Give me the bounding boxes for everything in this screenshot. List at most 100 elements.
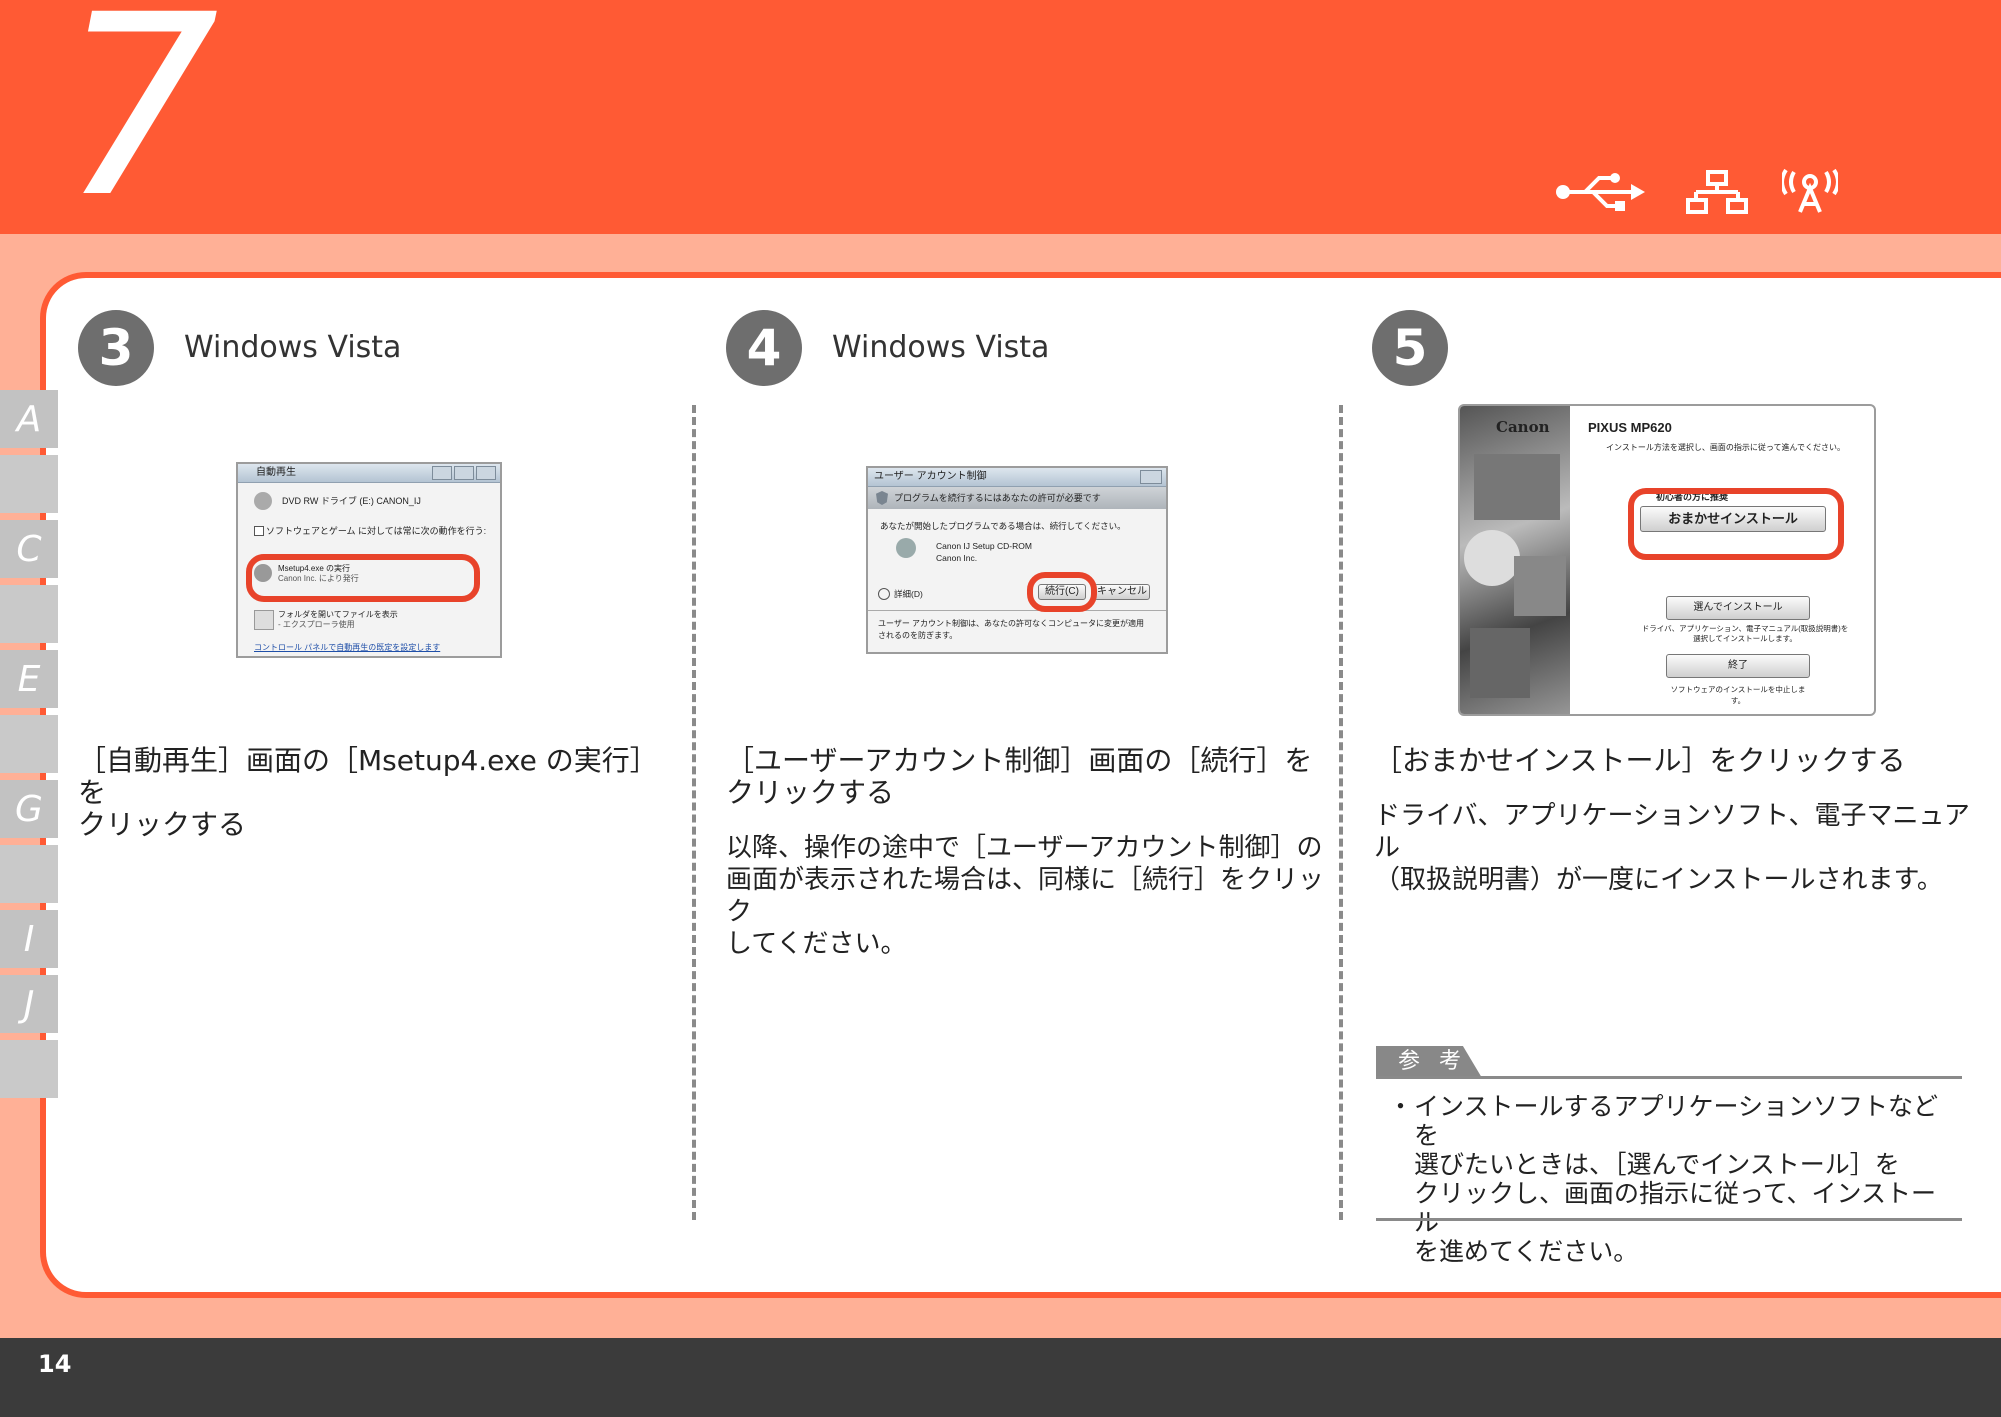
installer-model: PIXUS MP620 [1588,420,1672,435]
index-tab-h[interactable] [0,845,58,903]
custom-install-button[interactable]: 選んでインストール [1666,596,1810,620]
step-4-note-line-3: してください。 [726,929,907,959]
exit-note: ソフトウェアのインストールを中止します。 [1670,685,1806,705]
column-divider [692,405,696,1220]
photo-cat [1470,628,1530,698]
step-5-badge: 5 [1372,310,1448,386]
reference-bullet: ・ [1388,1092,1414,1121]
wireless-icon [1782,168,1838,213]
uac-message: あなたが開始したプログラムである場合は、続行してください。 [880,521,1126,531]
network-icon [1686,170,1748,214]
step-4-caption-line-1: ［ユーザーアカウント制御］画面の［続行］を [726,744,1313,777]
always-checkbox-label: ソフトウェアとゲーム に対しては常に次の動作を行う: [266,526,487,536]
index-tab-c[interactable]: C [0,520,58,578]
index-tab-j[interactable]: J [0,975,58,1033]
uac-footer-line-2: されるのを防ぎます。 [878,631,958,640]
reference-line-1: インストールするアプリケーションソフトなどを [1414,1092,1939,1150]
reference-line-3: クリックし、画面の指示に従って、インストール [1414,1179,1937,1237]
custom-install-note-line-2: 選択してインストールします。 [1693,634,1797,643]
index-tab-b[interactable] [0,455,58,513]
highlight-continue [1027,572,1097,612]
reference-rule-top [1376,1076,1962,1079]
cd-icon [896,538,916,558]
autoplay-settings-link[interactable]: コントロール パネルで自動再生の既定を設定します [254,642,440,653]
step-3-os-label: Windows Vista [184,330,402,365]
photo-fruit [1514,556,1566,616]
autoplay-item-open-label: フォルダを開いてファイルを表示 [278,610,398,619]
uac-title-text: ユーザー アカウント制御 [874,471,987,482]
uac-app-publisher: Canon Inc. [936,553,978,563]
custom-install-note: ドライバ、アプリケーション、電子マニュアル(取扱説明書)を 選択してインストール… [1630,624,1860,644]
autoplay-drive: DVD RW ドライブ (E:) CANON_IJ [282,496,421,506]
step-4-note: 以降、操作の途中で［ユーザーアカウント制御］の 画面が表示された場合は、同様に［… [726,832,1326,960]
reference-rule-bottom [1376,1218,1962,1221]
index-tab-k[interactable] [0,1040,58,1098]
maximize-icon[interactable] [454,466,474,480]
uac-footer: ユーザー アカウント制御は、あなたの許可なくコンピュータに変更が適用 されるのを… [878,618,1144,642]
step-3-caption-line-2: クリックする [78,808,247,841]
photo-people [1474,454,1560,520]
index-tab-i[interactable]: I [0,910,58,968]
step-3-caption-line-1: ［自動再生］画面の［Msetup4.exe の実行］を [78,744,658,809]
shield-icon [876,491,888,505]
close-icon[interactable] [476,466,496,480]
uac-title: ユーザー アカウント制御 [868,468,1166,487]
window-buttons [432,466,496,480]
autoplay-item-open-sub: - エクスプローラ使用 [278,620,355,629]
index-tab-g[interactable]: G [0,780,58,838]
installer-instruction: インストール方法を選択し、画面の指示に従って進んでください。 [1606,443,1846,452]
uac-footer-line-1: ユーザー アカウント制御は、あなたの許可なくコンピュータに変更が適用 [878,619,1145,628]
folder-icon [254,610,274,630]
uac-banner-text: プログラムを続行するにはあなたの許可が必要です [894,493,1101,503]
window-buttons [1140,470,1162,484]
index-tab-d[interactable] [0,585,58,643]
step-3-caption: ［自動再生］画面の［Msetup4.exe の実行］を クリックする [78,745,678,841]
reference-line-4: を進めてください。 [1414,1237,1639,1266]
installer-photo-collage [1460,406,1570,714]
page-footer [0,1338,2001,1417]
step-5-note-line-1: ドライバ、アプリケーションソフト、電子マニュアル [1374,801,1970,863]
column-divider [1339,405,1343,1220]
step-5-note-line-2: （取扱説明書）が一度にインストールされます。 [1374,865,1943,895]
uac-separator [868,610,1166,611]
minimize-icon[interactable] [432,466,452,480]
step-4-os-label: Windows Vista [832,330,1050,365]
uac-app-name: Canon IJ Setup CD-ROM [936,541,1032,551]
step-4-note-line-1: 以降、操作の途中で［ユーザーアカウント制御］の [726,833,1323,863]
highlight-run-msetup [246,554,480,602]
autoplay-item-open[interactable]: フォルダを開いてファイルを表示 - エクスプローラ使用 [278,610,398,630]
always-checkbox[interactable] [254,526,264,536]
disc-icon [254,492,272,510]
autoplay-title: 自動再生 [238,464,500,483]
exit-button[interactable]: 終了 [1666,654,1810,678]
step-4-note-line-2: 画面が表示された場合は、同様に［続行］をクリック [726,865,1325,927]
canon-logo: Canon [1496,418,1550,436]
index-tab-a[interactable]: A [0,390,58,448]
reference-line-2: 選びたいときは、［選んでインストール］を [1414,1150,1900,1179]
photo-flower [1464,530,1520,586]
uac-cancel-button[interactable]: キャンセル [1094,584,1150,600]
step-4-caption: ［ユーザーアカウント制御］画面の［続行］を クリックする [726,745,1326,809]
installer-screenshot: Canon PIXUS MP620 インストール方法を選択し、画面の指示に従って… [1458,404,1876,716]
reference-text: ・ インストールするアプリケーションソフトなどを 選びたいときは、［選んでインス… [1388,1092,1948,1266]
usb-icon [1556,173,1645,211]
step-number: 7 [60,0,220,252]
autoplay-title-text: 自動再生 [256,467,296,478]
index-tab-f[interactable] [0,715,58,773]
highlight-easy-install [1628,488,1844,560]
step-4-badge: 4 [726,310,802,386]
chevron-down-icon[interactable] [878,588,890,600]
custom-install-note-line-1: ドライバ、アプリケーション、電子マニュアル(取扱説明書)を [1641,624,1849,633]
step-5-caption: ［おまかせインストール］をクリックする [1374,744,1906,777]
uac-details-toggle[interactable]: 詳細(D) [894,588,923,600]
index-tab-e[interactable]: E [0,650,58,708]
page-number: 14 [38,1350,72,1378]
step-4-caption-line-2: クリックする [726,776,895,809]
step-3-badge: 3 [78,310,154,386]
side-index-tabs: A C E G I J [0,390,58,1105]
uac-screenshot: ユーザー アカウント制御 プログラムを続行するにはあなたの許可が必要です あなた… [866,466,1168,654]
close-icon[interactable] [1140,470,1162,484]
uac-banner: プログラムを続行するにはあなたの許可が必要です [868,487,1166,509]
step-5-note: ドライバ、アプリケーションソフト、電子マニュアル （取扱説明書）が一度にインスト… [1374,800,1974,896]
uac-app-info: Canon IJ Setup CD-ROM Canon Inc. [936,540,1032,564]
